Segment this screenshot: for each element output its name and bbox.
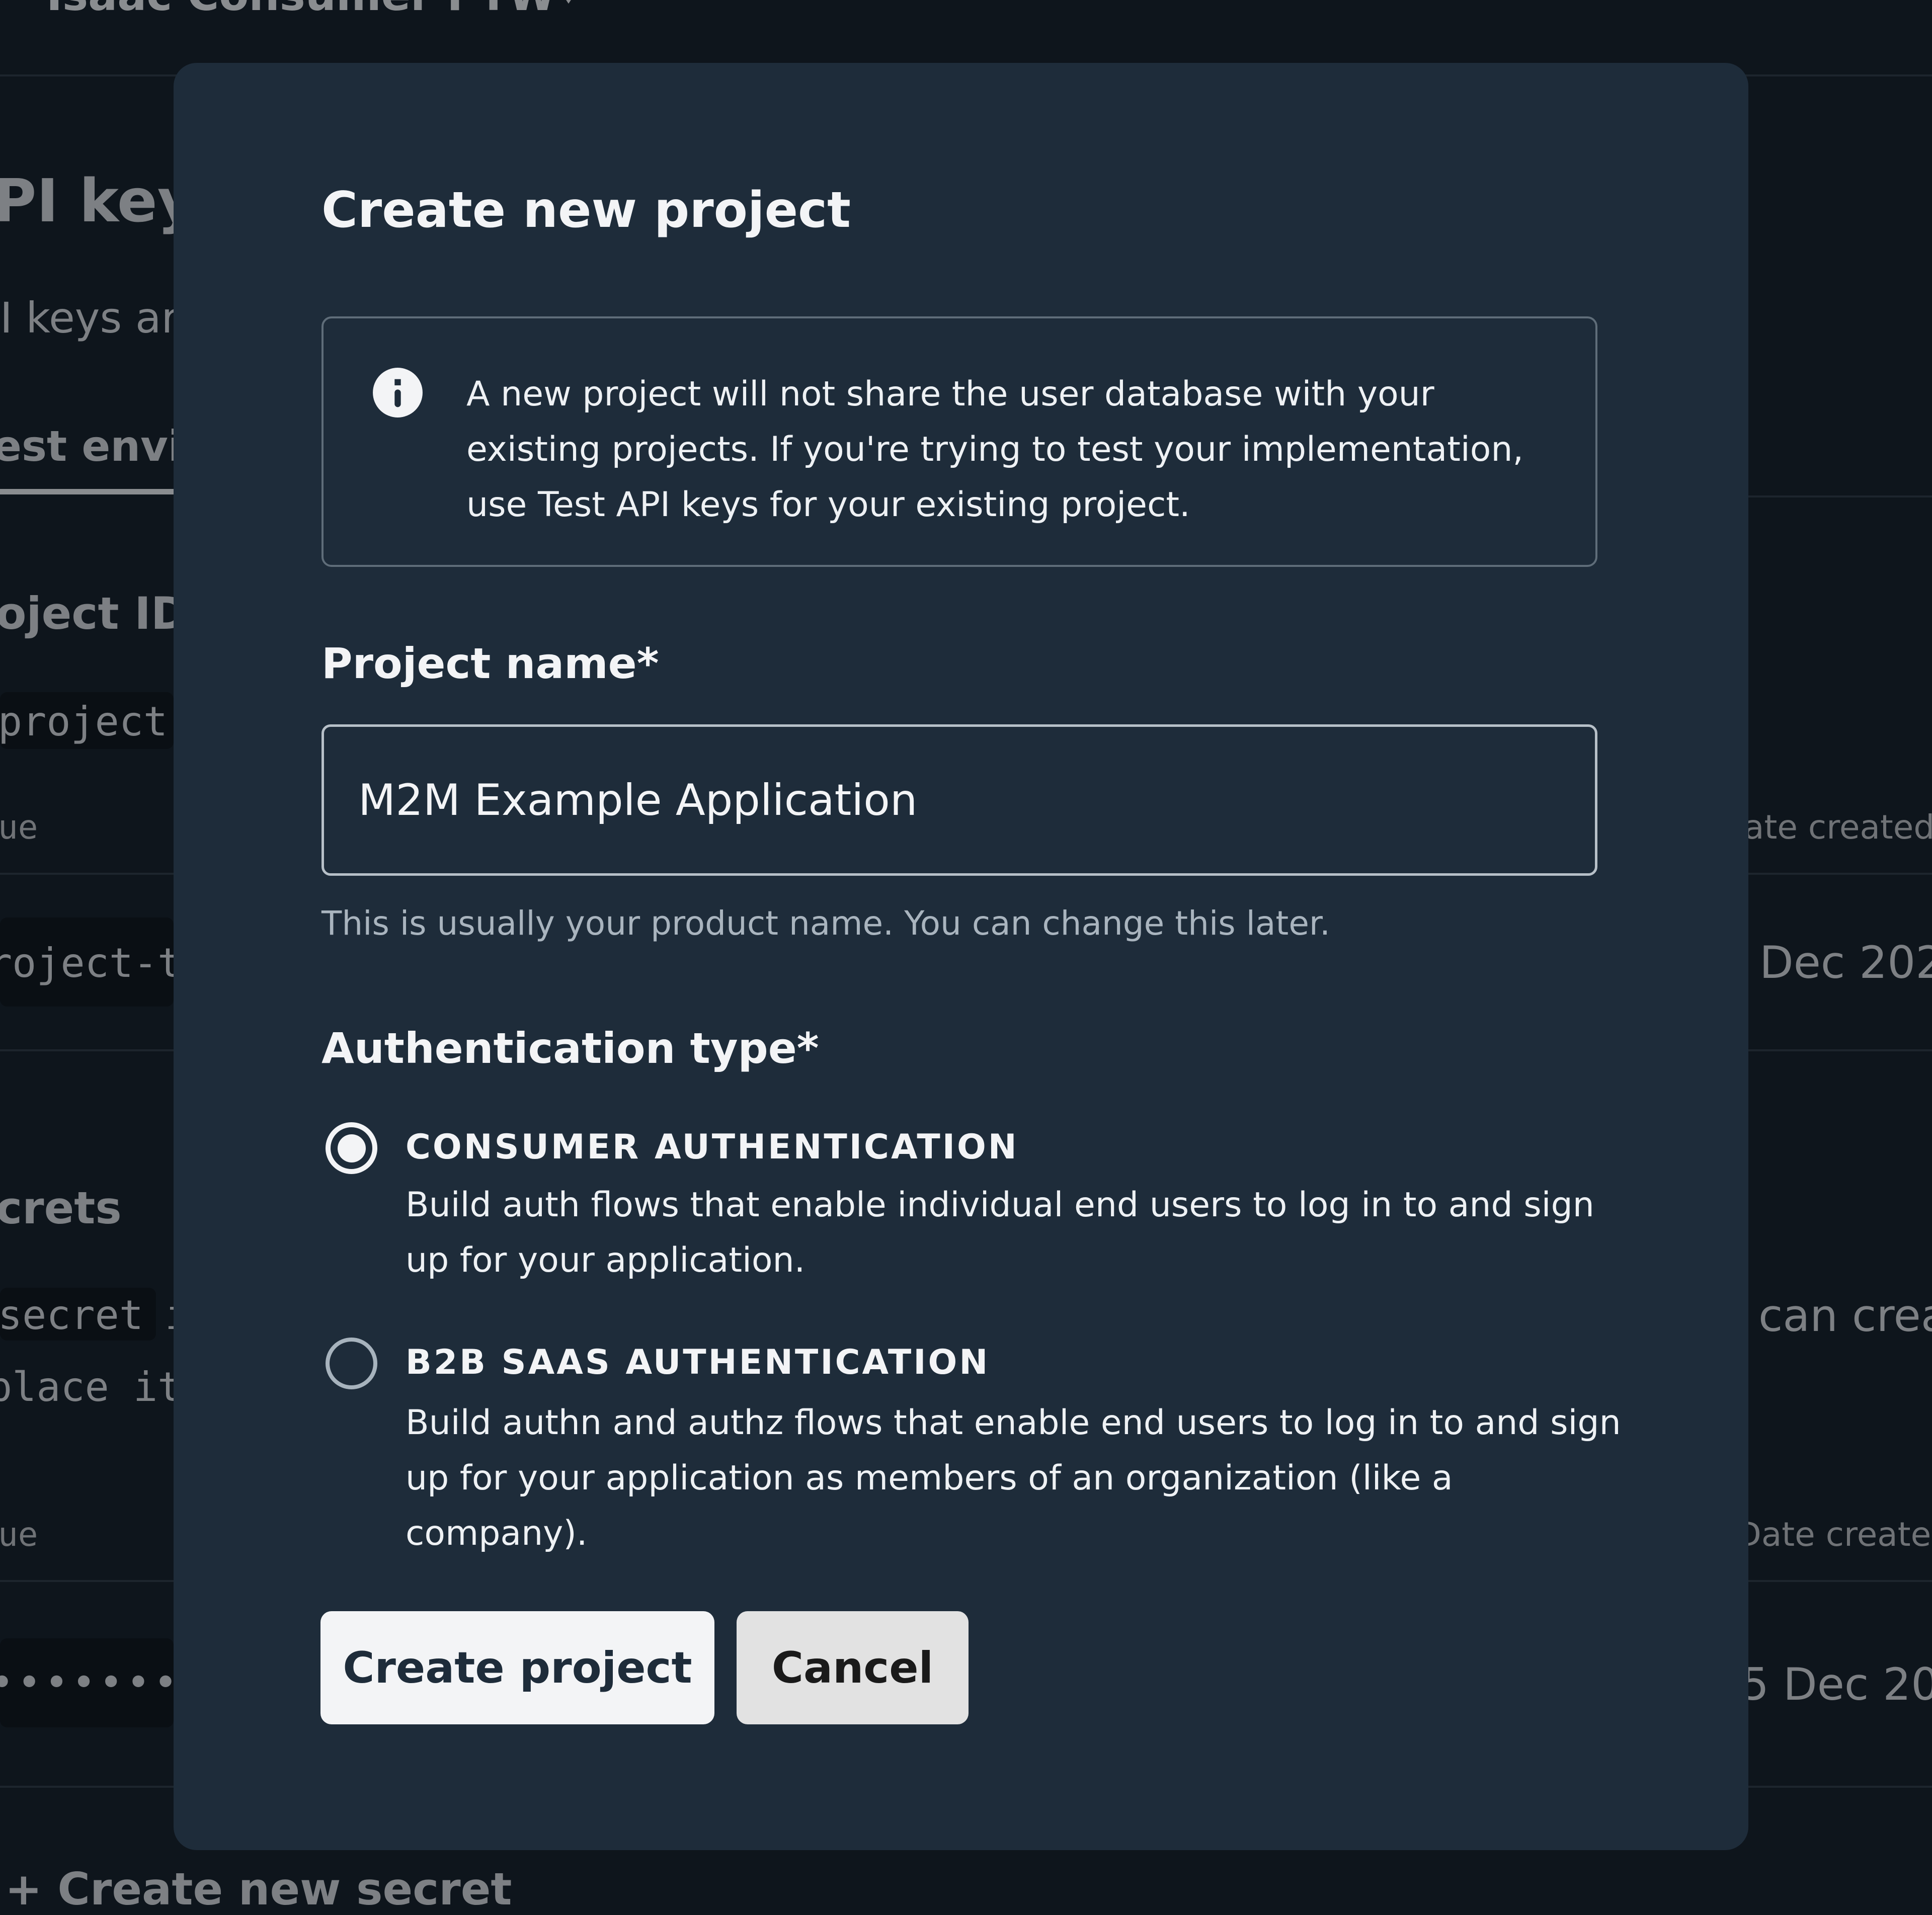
column-header-date: Date created xyxy=(1736,1515,1932,1554)
info-callout: A new project will not share the user da… xyxy=(321,316,1597,567)
column-header-date: ate created xyxy=(1744,808,1932,847)
cancel-button[interactable]: Cancel xyxy=(737,1611,969,1724)
create-project-button[interactable]: Create project xyxy=(320,1611,714,1724)
project-switcher-title[interactable]: Isaac Consumer PTW xyxy=(46,0,556,17)
chevron-down-icon[interactable] xyxy=(558,0,579,5)
project-name-helper: This is usually your product name. You c… xyxy=(321,904,1330,943)
modal-title: Create new project xyxy=(321,182,851,239)
auth-option-b2b[interactable]: B2B SAAS AUTHENTICATION Build authn and … xyxy=(326,1338,1621,1553)
column-header-value: ue xyxy=(0,808,38,847)
project-id-code: project xyxy=(0,698,168,745)
radio-consumer-checked[interactable] xyxy=(326,1122,377,1174)
info-icon xyxy=(373,368,423,418)
secret-code: secret xyxy=(0,1292,143,1339)
project-id-heading: oject ID xyxy=(0,588,188,639)
tabs-divider xyxy=(1748,495,1932,497)
option-description: Build authn and authz flows that enable … xyxy=(406,1403,1621,1553)
tab-test-environment[interactable]: est envir xyxy=(0,425,203,467)
project-name-label: Project name* xyxy=(321,639,659,688)
auth-type-label: Authentication type* xyxy=(321,1024,819,1073)
radio-b2b-unchecked[interactable] xyxy=(326,1338,377,1389)
secret-desc-right: can crea xyxy=(1758,1290,1932,1342)
project-id-date: Dec 202 xyxy=(1759,937,1932,988)
create-project-modal: Create new project A new project will no… xyxy=(174,63,1748,1850)
option-title: CONSUMER AUTHENTICATION xyxy=(406,1127,1019,1167)
auth-option-consumer[interactable]: CONSUMER AUTHENTICATION Build auth flows… xyxy=(326,1122,1598,1280)
active-tab-indicator xyxy=(0,489,174,494)
project-id-value[interactable]: roject-t xyxy=(0,943,182,983)
column-header-value: ue xyxy=(0,1515,38,1554)
info-text: A new project will not share the user da… xyxy=(466,374,1524,525)
secrets-heading: crets xyxy=(0,1182,122,1234)
create-new-secret-button[interactable]: + Create new secret xyxy=(5,1867,512,1911)
project-name-input[interactable] xyxy=(321,724,1597,876)
page-description: I keys ar xyxy=(0,293,179,343)
secret-date: 5 Dec 202 xyxy=(1741,1658,1932,1710)
option-description: Build auth flows that enable individual … xyxy=(406,1185,1594,1280)
option-title: B2B SAAS AUTHENTICATION xyxy=(406,1343,990,1382)
